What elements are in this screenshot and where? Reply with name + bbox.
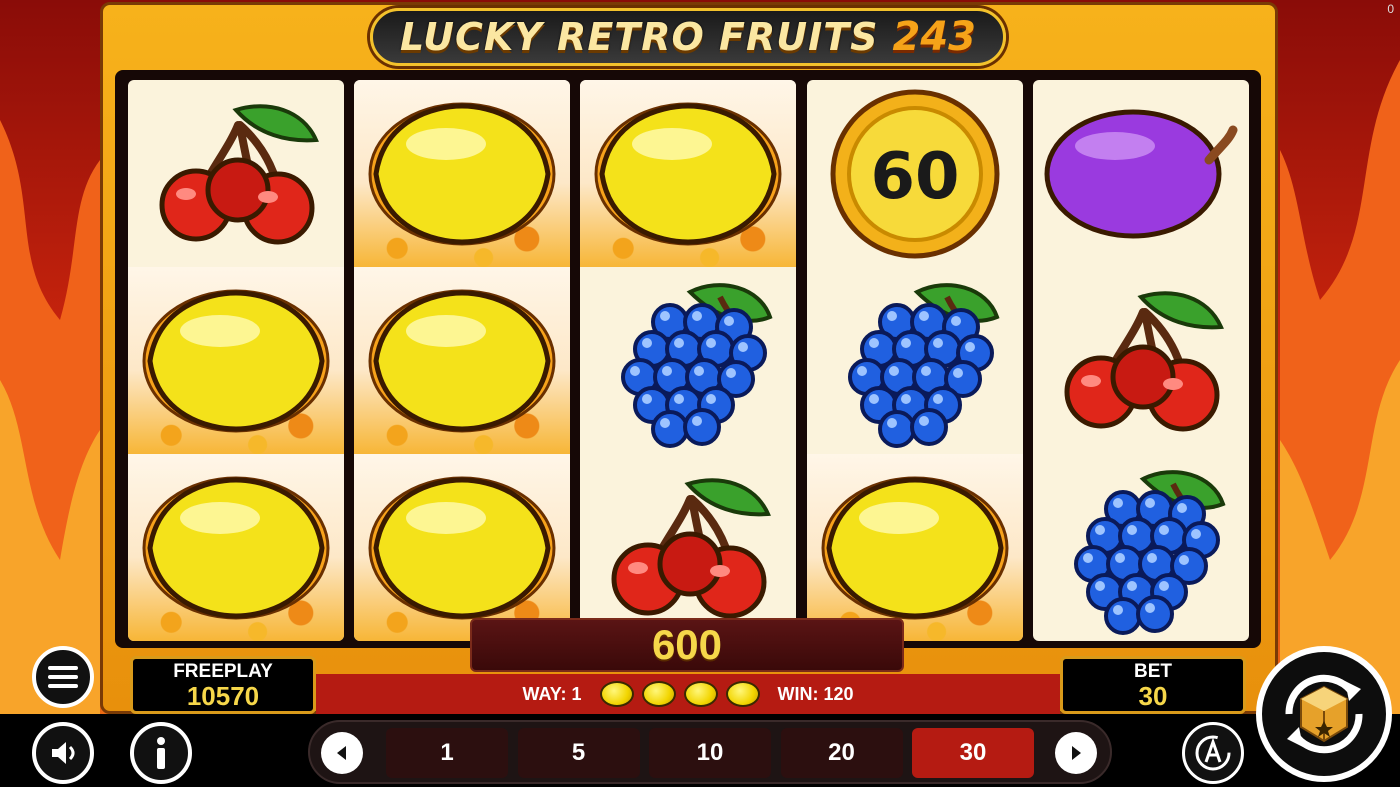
autoplay-icon [1195, 735, 1231, 771]
bet-option-10[interactable]: 10 [649, 728, 771, 778]
hamburger-icon [48, 666, 78, 688]
bet-value: 30 [1138, 681, 1168, 711]
freeplay-label: FREEPLAY [173, 661, 273, 682]
lemon-icon [725, 681, 760, 707]
info-icon [157, 737, 165, 769]
game-title-plate: LUCKY RETRO FRUITS 243 [370, 8, 1006, 66]
bet-prev-button[interactable] [321, 732, 363, 774]
sound-button[interactable] [32, 722, 94, 784]
lemon-symbol [368, 476, 556, 620]
cherry-symbol [1064, 291, 1224, 432]
autoplay-button[interactable] [1182, 722, 1244, 784]
win-display: 600 [470, 618, 904, 672]
reel-cell: 60 [807, 80, 1023, 267]
lemon-icon [599, 681, 634, 707]
spin-icon [1285, 674, 1363, 754]
win-amount: 600 [651, 621, 723, 668]
reel-cell [580, 454, 796, 641]
reel-1 [128, 80, 344, 641]
reel-cell [580, 267, 796, 454]
lemon-symbol [142, 476, 330, 620]
win-label: WIN: 120 [777, 683, 854, 704]
win-info-strip: WAY: 1 WIN: 120 [316, 674, 1060, 714]
menu-button[interactable] [32, 646, 94, 708]
coin-60-symbol: 60 [830, 89, 1000, 259]
cherry-symbol [611, 478, 771, 619]
grapes-symbol [848, 283, 1000, 448]
reel-cell [354, 267, 570, 454]
svg-text:60: 60 [870, 140, 959, 214]
bet-option-30[interactable]: 30 [912, 728, 1034, 778]
way-label: WAY: 1 [522, 683, 582, 704]
cherry-symbol [159, 104, 319, 245]
reel-3 [580, 80, 796, 641]
reel-cell [580, 80, 796, 267]
spin-button[interactable] [1256, 646, 1392, 782]
bet-option-5[interactable]: 5 [517, 728, 640, 778]
reel-4: 60 [807, 80, 1023, 641]
game-title: LUCKY RETRO FRUITS [399, 15, 879, 59]
reel-cell [128, 454, 344, 641]
game-title-number: 243 [892, 14, 977, 60]
lemon-symbol [821, 476, 1009, 620]
reel-cell [354, 454, 570, 641]
bet-panel: BET 30 [1060, 656, 1246, 714]
bet-option-20[interactable]: 20 [780, 728, 903, 778]
bet-next-button[interactable] [1055, 732, 1097, 774]
corner-counter: 0 [1387, 2, 1394, 16]
arrow-left-icon [337, 746, 346, 760]
info-button[interactable] [130, 722, 192, 784]
lemon-symbol [142, 289, 330, 433]
reel-cell [1033, 80, 1249, 267]
reel-cell [354, 80, 570, 267]
lemon-icon [683, 681, 718, 707]
freeplay-panel: FREEPLAY 10570 [130, 656, 316, 714]
lemon-icon [641, 681, 676, 707]
plum-symbol [1044, 109, 1238, 239]
reel-2 [354, 80, 570, 641]
reel-cell [807, 267, 1023, 454]
reel-cell [128, 80, 344, 267]
speaker-icon [52, 742, 75, 764]
reel-cell [128, 267, 344, 454]
reel-cell [1033, 454, 1249, 641]
arrow-right-icon [1072, 746, 1081, 760]
lemon-symbol [368, 102, 556, 246]
lemon-symbol [368, 289, 556, 433]
reel-5 [1033, 80, 1249, 641]
freeplay-value: 10570 [186, 681, 260, 711]
bet-option-1[interactable]: 1 [386, 728, 508, 778]
lemon-symbol [594, 102, 782, 246]
reel-cell [1033, 267, 1249, 454]
reel-cell [807, 454, 1023, 641]
grapes-symbol [621, 283, 773, 448]
bet-label: BET [1134, 661, 1172, 682]
grapes-symbol [1074, 470, 1226, 635]
